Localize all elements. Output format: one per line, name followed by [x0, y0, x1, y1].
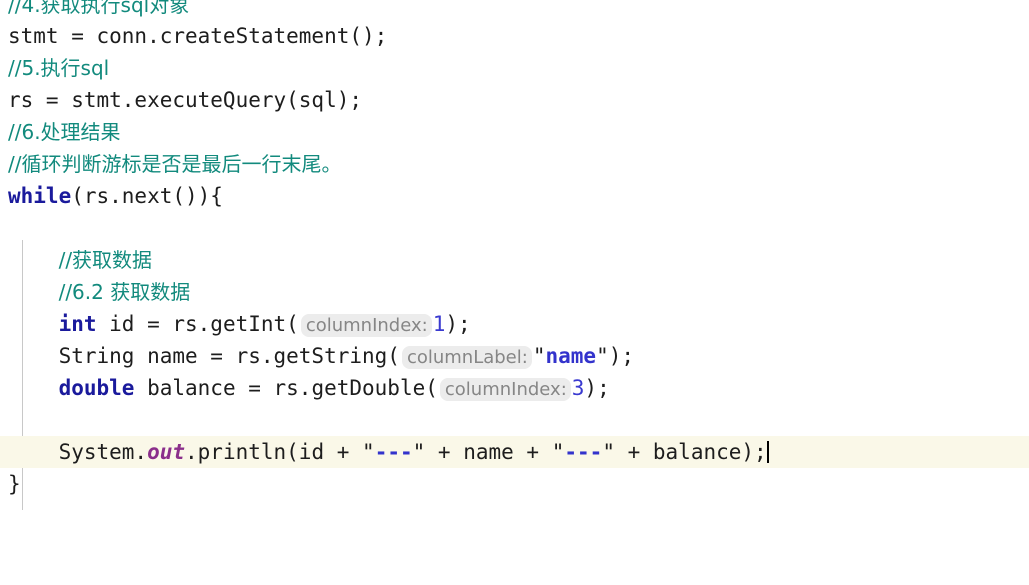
token-comment: //6.2 获取数据 [58, 280, 191, 304]
line-execute-query[interactable]: rs = stmt.executeQuery(sql); [0, 84, 1029, 116]
token-keyword: int [58, 312, 97, 336]
token-plain: id = rs.getInt( [96, 312, 299, 336]
parameter-hint[interactable]: columnLabel: [401, 346, 532, 369]
line-comment-62[interactable]: //6.2 获取数据 [0, 276, 1029, 308]
line-while[interactable]: while(rs.next()){ [0, 180, 1029, 212]
token-plain: System. [8, 440, 148, 464]
token-plain: String name = rs.getString( [8, 344, 400, 368]
token-keyword: while [8, 184, 72, 208]
token-plain: ); [608, 344, 635, 368]
code-editor[interactable]: //4.获取执行sql对象 stmt = conn.createStatement… [0, 0, 1029, 585]
token-number: 1 [432, 312, 446, 336]
token-quote: " [532, 344, 546, 368]
token-string: --- [564, 440, 603, 464]
line-close-brace[interactable]: } [0, 468, 1029, 500]
line-println[interactable]: System.out.println(id + "---" + name + "… [0, 436, 1029, 468]
token-quote: " [602, 440, 615, 464]
token-quote: " [362, 440, 375, 464]
token-plain: balance = rs.getDouble( [134, 376, 438, 400]
token-quote: " [551, 440, 565, 464]
line-comment-4[interactable]: //4.获取执行sql对象 [0, 0, 1029, 20]
token-quote: " [596, 344, 609, 368]
token-plain: ); [445, 312, 471, 336]
token-static: out [147, 440, 186, 464]
token-string: --- [374, 440, 413, 464]
token-plain: } [8, 472, 21, 496]
token-plain: + name + [425, 440, 552, 464]
token-comment: //循环判断游标是否是最后一行末尾。 [8, 152, 342, 176]
line-get-int[interactable]: int id = rs.getInt(columnIndex: 1); [0, 308, 1029, 340]
token-plain: stmt = conn.createStatement(); [8, 24, 388, 48]
token-comment: //5.执行sql [8, 56, 110, 80]
line-create-statement[interactable]: stmt = conn.createStatement(); [0, 20, 1029, 52]
line-comment-fetch[interactable]: //获取数据 [0, 244, 1029, 276]
line-comment-loop[interactable]: //循环判断游标是否是最后一行末尾。 [0, 148, 1029, 180]
parameter-hint[interactable]: columnIndex: [439, 378, 571, 401]
line-blank-2[interactable] [0, 404, 1029, 436]
code-lines-container[interactable]: //4.获取执行sql对象 stmt = conn.createStatement… [0, 0, 1029, 500]
token-quote: " [412, 440, 426, 464]
token-string: name [545, 344, 597, 368]
line-comment-6[interactable]: //6.处理结果 [0, 116, 1029, 148]
token-comment: //4.获取执行sql对象 [8, 0, 190, 17]
token-comment: //获取数据 [58, 248, 153, 272]
line-comment-5[interactable]: //5.执行sql [0, 52, 1029, 84]
token-plain: ); [584, 376, 610, 400]
token-plain: (rs.next()){ [71, 184, 223, 208]
token-number: 3 [571, 376, 585, 400]
line-blank-1[interactable] [0, 212, 1029, 244]
parameter-hint[interactable]: columnIndex: [300, 314, 432, 337]
token-comment: //6.处理结果 [8, 120, 121, 144]
text-caret [766, 441, 769, 463]
token-plain: .println(id + [185, 440, 363, 464]
token-keyword: double [58, 376, 135, 400]
line-get-string[interactable]: String name = rs.getString(columnLabel: "… [0, 340, 1029, 372]
token-plain: rs = stmt.executeQuery(sql); [8, 88, 363, 112]
line-get-double[interactable]: double balance = rs.getDouble(columnInde… [0, 372, 1029, 404]
token-plain: + balance); [614, 440, 767, 464]
